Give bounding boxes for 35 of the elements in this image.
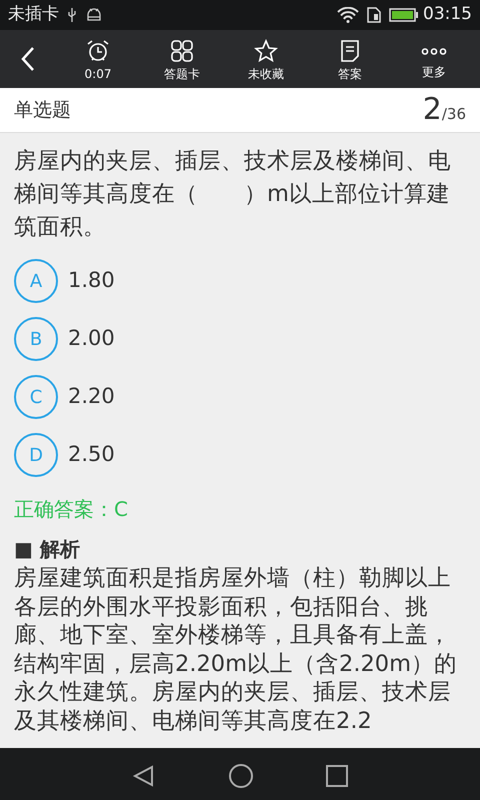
recent-apps-icon[interactable]	[326, 764, 348, 786]
timer-button[interactable]: 0:07	[56, 35, 140, 83]
home-icon[interactable]	[228, 762, 254, 788]
option-letter: D	[14, 433, 58, 477]
answer-option[interactable]: C 2.20	[14, 368, 466, 426]
correct-answer: 正确答案：C	[14, 496, 129, 523]
back-icon[interactable]	[132, 764, 156, 788]
option-letter: A	[14, 259, 58, 303]
question-total: /36	[442, 104, 466, 122]
document-icon	[338, 39, 362, 63]
grid-icon	[170, 39, 194, 63]
carrier-name: 未插卡	[8, 3, 59, 26]
more-button[interactable]: 更多	[392, 35, 476, 83]
usb-icon	[67, 7, 77, 23]
favorite-button[interactable]: 未收藏	[224, 35, 308, 83]
back-icon	[20, 46, 36, 72]
question-type: 单选题	[14, 98, 71, 123]
android-icon	[85, 7, 103, 23]
sim-icon	[367, 7, 381, 23]
answer-option[interactable]: A 1.80	[14, 252, 466, 310]
clock-time: 03:15	[423, 3, 472, 26]
alarm-clock-icon	[86, 39, 110, 63]
option-letter: B	[14, 317, 58, 361]
answer-option[interactable]: D 2.50	[14, 426, 466, 484]
answer-sheet-button[interactable]: 答题卡	[140, 35, 224, 83]
more-icon	[421, 48, 447, 55]
option-letter: C	[14, 375, 58, 419]
analysis-text: 房屋建筑面积是指房屋外墙（柱）勒脚以上各层的外围水平投影面积，包括阳台、挑廊、地下室、室外楼梯等，且具备有上盖，结构牢固，层高2.20m以上（含2.20m）的永久性建筑。房屋内的夹层、插层、技术层及其楼梯间、电梯间等其高度在2.2	[14, 564, 458, 735]
answer-option[interactable]: B 2.00	[14, 310, 466, 368]
answer-button[interactable]: 答案	[308, 35, 392, 83]
analysis-heading: ■ 解析	[14, 536, 81, 563]
question-number: 2	[422, 92, 442, 126]
question-text: 房屋内的夹层、插层、技术层及楼梯间、电梯间等其高度在（ ）m以上部位计算建筑面积。	[14, 147, 452, 242]
wifi-icon	[337, 7, 359, 23]
battery-icon	[389, 8, 419, 22]
